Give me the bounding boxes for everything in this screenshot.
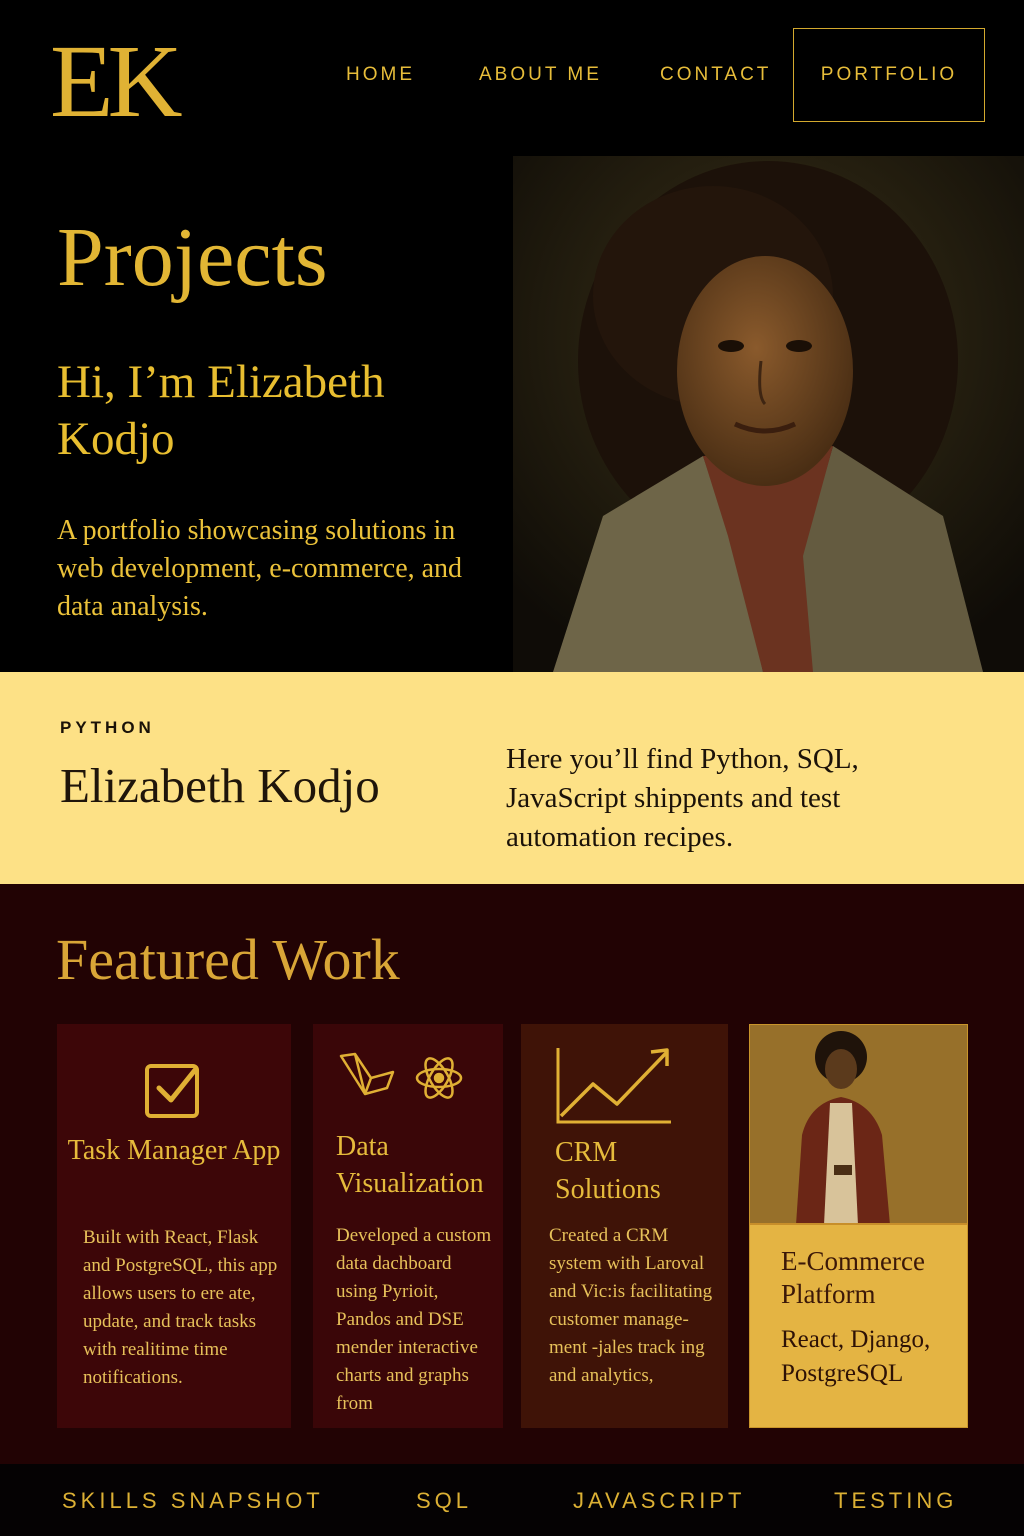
card-title: CRM Solutions (555, 1137, 661, 1205)
card-title: Task Manager App (67, 1135, 281, 1166)
laravel-react-icons (339, 1052, 463, 1099)
portrait-photo (513, 156, 1024, 672)
project-card-crm-solutions[interactable]: CRM Solutions Created a CRM system with … (521, 1024, 728, 1428)
skills-footer: SKILLS SNAPSHOT SQL JAVASCRIPT TESTING (0, 1464, 1024, 1536)
banner-tag: PYTHON (60, 718, 155, 737)
card-description: React, Django, PostgreSQL (781, 1326, 931, 1387)
line-chart-icon (556, 1048, 671, 1124)
featured-title: Featured Work (56, 927, 400, 992)
project-card-ecommerce[interactable]: E-Commerce Platform React, Django, Postg… (749, 1024, 968, 1428)
card-description: Built with React, Flask and PostgreSQL, … (83, 1227, 278, 1388)
hero-description: A portfolio showcasing solutions in web … (57, 515, 463, 622)
nav-contact[interactable]: CONTACT (660, 64, 771, 86)
footer-sql[interactable]: SQL (416, 1488, 472, 1514)
page-title: Projects (57, 211, 328, 304)
nav-about-me[interactable]: ABOUT ME (479, 64, 602, 86)
banner-text: Here you’ll find Python, SQL, JavaScript… (506, 743, 859, 853)
nav-home[interactable]: HOME (346, 64, 415, 86)
card-description: Developed a custom data dachboard using … (336, 1225, 492, 1414)
intro-banner: PYTHON Elizabeth Kodjo Here you’ll find … (0, 672, 1024, 884)
hero-greeting: Hi, I’m Elizabeth Kodjo (57, 356, 385, 465)
featured-work-section: Featured Work Task Manager App Built wit… (0, 884, 1024, 1464)
checkbox-icon (145, 1064, 199, 1118)
banner-name: Elizabeth Kodjo (60, 758, 380, 813)
site-header: EK HOME ABOUT ME CONTACT PORTFOLIO (0, 0, 1024, 156)
card-title: Data Visualization (336, 1131, 484, 1199)
logo[interactable]: EK (50, 30, 183, 134)
standing-portrait-illustration (750, 1025, 967, 1223)
hero-section: Projects Hi, I’m Elizabeth Kodjo A portf… (0, 156, 1024, 672)
card-description: Created a CRM system with Laroval and Vi… (549, 1225, 713, 1386)
footer-testing[interactable]: TESTING (834, 1488, 957, 1514)
portrait-illustration (513, 156, 1024, 672)
nav-portfolio-label: PORTFOLIO (820, 64, 958, 85)
project-card-task-manager[interactable]: Task Manager App Built with React, Flask… (57, 1024, 291, 1428)
project-card-data-visualization[interactable]: Data Visualization Developed a custom da… (313, 1024, 503, 1428)
footer-javascript[interactable]: JAVASCRIPT (573, 1488, 745, 1514)
card-photo (750, 1025, 967, 1225)
footer-skills-snapshot[interactable]: SKILLS SNAPSHOT (62, 1488, 324, 1514)
card-title: E-Commerce Platform (781, 1246, 925, 1309)
nav-portfolio[interactable]: PORTFOLIO (793, 28, 985, 122)
